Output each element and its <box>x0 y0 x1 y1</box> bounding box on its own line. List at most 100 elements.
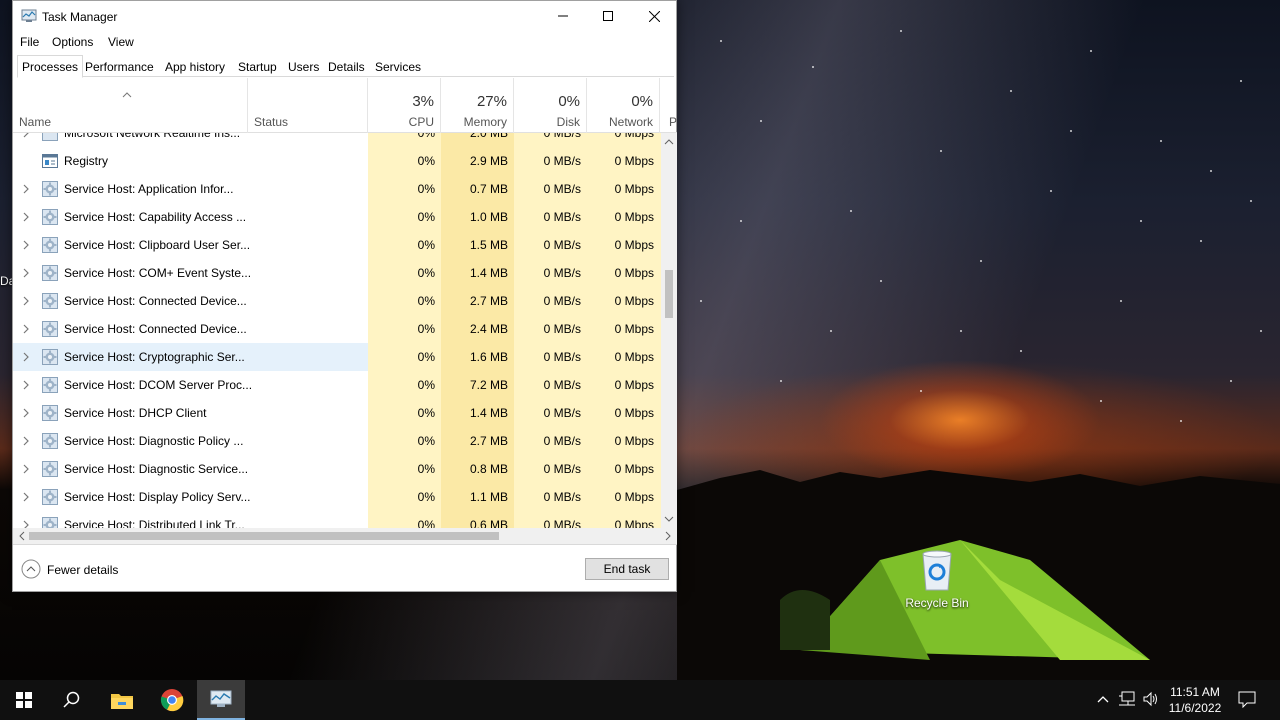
chevron-right-icon[interactable] <box>22 463 30 475</box>
header-network[interactable]: 0% Network <box>587 78 660 133</box>
chevron-right-icon[interactable] <box>22 211 30 223</box>
process-row[interactable]: Service Host: Application Infor... 0% 0.7 … <box>13 175 661 203</box>
chevron-right-icon[interactable] <box>22 183 30 195</box>
cpu-value: 0% <box>417 266 435 280</box>
network-value: 0 Mbps <box>614 350 654 364</box>
clock-time: 11:51 AM <box>1170 685 1220 699</box>
chevron-right-icon[interactable] <box>22 407 30 419</box>
scroll-left-icon[interactable] <box>15 528 29 544</box>
horizontal-scrollbar[interactable] <box>13 528 677 544</box>
process-row[interactable]: Service Host: Diagnostic Policy ... 0% 2.7… <box>13 427 661 455</box>
tab-users[interactable]: Users <box>283 55 324 77</box>
tab-details[interactable]: Details <box>323 55 370 77</box>
network-value: 0 Mbps <box>614 154 654 168</box>
tab-processes[interactable]: Processes <box>17 55 84 78</box>
chevron-right-icon[interactable] <box>22 351 30 363</box>
vertical-scrollbar[interactable] <box>661 133 677 528</box>
process-name: Service Host: DCOM Server Proc... <box>64 378 253 392</box>
header-power-partial[interactable]: P <box>660 78 677 133</box>
process-name: Service Host: DHCP Client <box>64 406 207 420</box>
volume-icon[interactable] <box>1142 690 1160 708</box>
chevron-right-icon[interactable] <box>22 295 30 307</box>
process-name: Service Host: Capability Access ... <box>64 210 247 224</box>
scroll-up-icon[interactable] <box>661 135 677 149</box>
memory-value: 2.7 MB <box>469 434 508 448</box>
recycle-bin-shortcut[interactable]: Recycle Bin <box>898 548 976 610</box>
header-name[interactable]: Name <box>13 78 248 133</box>
chevron-right-icon[interactable] <box>22 519 30 528</box>
cpu-total: 3% <box>412 93 434 110</box>
disk-value: 0 MB/s <box>543 406 581 420</box>
chevron-up-icon[interactable] <box>1096 694 1110 704</box>
network-icon[interactable] <box>1118 690 1136 708</box>
fewer-details-link[interactable]: Fewer details <box>47 563 118 577</box>
cpu-value: 0% <box>417 322 435 336</box>
chevron-right-icon[interactable] <box>22 267 30 279</box>
disk-value: 0 MB/s <box>543 350 581 364</box>
process-row[interactable]: Service Host: Cryptographic Ser... 0% 1.6 … <box>13 343 661 371</box>
chevron-right-icon[interactable] <box>22 491 30 503</box>
minimize-button[interactable] <box>540 1 586 31</box>
header-memory[interactable]: 27% Memory <box>441 78 514 133</box>
memory-value: 1.4 MB <box>469 406 508 420</box>
horizontal-scroll-thumb[interactable] <box>29 532 499 540</box>
task-manager-icon <box>210 690 232 707</box>
cpu-value: 0% <box>417 182 435 196</box>
file-explorer-button[interactable] <box>98 680 146 720</box>
tab-services[interactable]: Services <box>370 55 426 77</box>
process-row[interactable]: Service Host: Capability Access ... 0% 1.0… <box>13 203 661 231</box>
process-row[interactable]: Service Host: DCOM Server Proc... 0% 7.2 M… <box>13 371 661 399</box>
disk-value: 0 MB/s <box>543 434 581 448</box>
process-row[interactable]: Service Host: Distributed Link Tr... 0% 0.… <box>13 511 661 528</box>
header-cpu[interactable]: 3% CPU <box>368 78 441 133</box>
chevron-right-icon[interactable] <box>22 379 30 391</box>
process-row[interactable]: Service Host: Diagnostic Service... 0% 0.8… <box>13 455 661 483</box>
process-row[interactable]: Service Host: Clipboard User Ser... 0% 1.5… <box>13 231 661 259</box>
process-row[interactable]: Service Host: DHCP Client 0% 1.4 MB 0 MB/s 0… <box>13 399 661 427</box>
header-status[interactable]: Status <box>248 78 368 133</box>
search-button[interactable] <box>48 680 96 720</box>
chrome-button[interactable] <box>148 680 196 720</box>
disk-value: 0 MB/s <box>543 266 581 280</box>
scroll-down-icon[interactable] <box>661 512 677 526</box>
disk-value: 0 MB/s <box>543 238 581 252</box>
network-value: 0 Mbps <box>614 238 654 252</box>
maximize-button[interactable] <box>585 1 631 31</box>
menu-view[interactable]: View <box>108 35 134 49</box>
tab-app-history[interactable]: App history <box>160 55 230 77</box>
disk-value: 0 MB/s <box>543 210 581 224</box>
registry-icon <box>42 154 58 168</box>
vertical-scroll-thumb[interactable] <box>665 270 673 318</box>
gear-icon <box>42 433 58 449</box>
cpu-value: 0% <box>417 154 435 168</box>
notification-icon[interactable] <box>1238 690 1256 708</box>
memory-value: 1.0 MB <box>469 210 508 224</box>
menu-file[interactable]: File <box>20 35 39 49</box>
close-icon <box>648 10 660 22</box>
chevron-up-circle-icon[interactable] <box>21 559 41 579</box>
task-manager-taskbar-button[interactable] <box>197 680 245 720</box>
process-row[interactable]: Service Host: COM+ Event Syste... 0% 1.4 M… <box>13 259 661 287</box>
process-row[interactable]: Microsoft Network Realtime Ins... 0% 2.0 M… <box>13 133 661 147</box>
close-button[interactable] <box>631 1 677 31</box>
chevron-right-icon[interactable] <box>22 239 30 251</box>
chevron-right-icon[interactable] <box>22 323 30 335</box>
task-manager-icon <box>21 9 37 22</box>
process-row[interactable]: Registry 0% 2.9 MB 0 MB/s 0 Mbps <box>13 147 661 175</box>
end-task-button[interactable]: End task <box>585 558 669 580</box>
tab-startup[interactable]: Startup <box>233 55 282 77</box>
process-row[interactable]: Service Host: Connected Device... 0% 2.4 M… <box>13 315 661 343</box>
taskbar: 11:51 AM 11/6/2022 <box>0 680 1280 720</box>
title-bar[interactable]: Task Manager <box>13 1 676 31</box>
tab-performance[interactable]: Performance <box>80 55 159 77</box>
scroll-right-icon[interactable] <box>661 528 675 544</box>
start-button[interactable] <box>0 680 48 720</box>
chevron-right-icon[interactable] <box>22 133 30 139</box>
cpu-value: 0% <box>417 462 435 476</box>
process-row[interactable]: Service Host: Connected Device... 0% 2.7 M… <box>13 287 661 315</box>
system-clock[interactable]: 11:51 AM 11/6/2022 <box>1162 684 1228 716</box>
process-row[interactable]: Service Host: Display Policy Serv... 0% 1.… <box>13 483 661 511</box>
chevron-right-icon[interactable] <box>22 435 30 447</box>
header-disk[interactable]: 0% Disk <box>514 78 587 133</box>
menu-options[interactable]: Options <box>52 35 93 49</box>
